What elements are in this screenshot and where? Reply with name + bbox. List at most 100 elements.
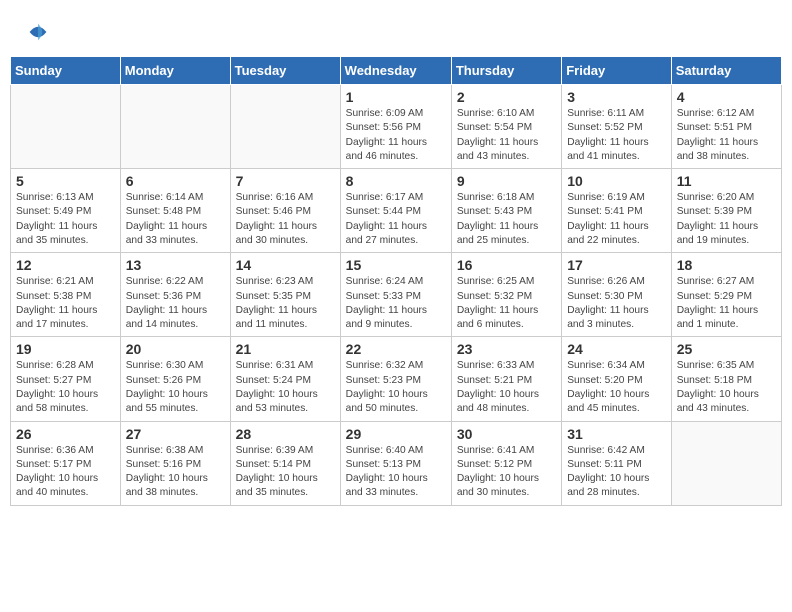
day-number: 30 — [457, 426, 556, 442]
week-row: 12 Sunrise: 6:21 AM Sunset: 5:38 PM Dayli… — [11, 253, 782, 337]
calendar-cell: 26Sunrise: 6:36 AM Sunset: 5:17 PM Dayli… — [11, 421, 121, 505]
day-number: 10 — [567, 173, 665, 189]
day-info: Sunrise: 6:30 AM Sunset: 5:26 PM Dayligh… — [126, 359, 225, 416]
day-number: 7 — [236, 173, 335, 189]
day-info: Sunrise: 6:36 AM Sunset: 5:17 PM Dayligh… — [16, 444, 115, 501]
weekday-header: Saturday — [671, 57, 781, 85]
calendar-cell: 11 Sunrise: 6:20 AM Sunset: 5:39 PM Dayli… — [671, 169, 781, 253]
day-number: 21 — [236, 341, 335, 357]
calendar-cell: 7 Sunrise: 6:16 AM Sunset: 5:46 PM Daylig… — [230, 169, 340, 253]
day-info: Sunrise: 6:20 AM Sunset: 5:39 PM Dayligh… — [677, 191, 776, 248]
day-info: Sunrise: 6:35 AM Sunset: 5:18 PM Dayligh… — [677, 359, 776, 416]
day-number: 29 — [346, 426, 446, 442]
day-info: Sunrise: 6:16 AM Sunset: 5:46 PM Dayligh… — [236, 191, 335, 248]
day-info: Sunrise: 6:31 AM Sunset: 5:24 PM Dayligh… — [236, 359, 335, 416]
weekday-header: Tuesday — [230, 57, 340, 85]
calendar-cell: 3 Sunrise: 6:11 AM Sunset: 5:52 PM Daylig… — [562, 85, 671, 169]
day-number: 13 — [126, 257, 225, 273]
day-number: 16 — [457, 257, 556, 273]
calendar-cell: 20Sunrise: 6:30 AM Sunset: 5:26 PM Dayli… — [120, 337, 230, 421]
calendar-cell: 22 Sunrise: 6:32 AM Sunset: 5:23 PM Dayli… — [340, 337, 451, 421]
calendar-cell: 12 Sunrise: 6:21 AM Sunset: 5:38 PM Dayli… — [11, 253, 121, 337]
calendar-cell: 9 Sunrise: 6:18 AM Sunset: 5:43 PM Daylig… — [451, 169, 561, 253]
calendar-cell: 27 Sunrise: 6:38 AM Sunset: 5:16 PM Dayli… — [120, 421, 230, 505]
day-info: Sunrise: 6:41 AM Sunset: 5:12 PM Dayligh… — [457, 444, 556, 501]
day-number: 9 — [457, 173, 556, 189]
day-number: 28 — [236, 426, 335, 442]
day-number: 6 — [126, 173, 225, 189]
weekday-header: Monday — [120, 57, 230, 85]
day-info: Sunrise: 6:14 AM Sunset: 5:48 PM Dayligh… — [126, 191, 225, 248]
day-number: 25 — [677, 341, 776, 357]
day-info: Sunrise: 6:10 AM Sunset: 5:54 PM Dayligh… — [457, 107, 556, 164]
day-info: Sunrise: 6:28 AM Sunset: 5:27 PM Dayligh… — [16, 359, 115, 416]
calendar-cell — [120, 85, 230, 169]
day-number: 3 — [567, 89, 665, 105]
day-info: Sunrise: 6:18 AM Sunset: 5:43 PM Dayligh… — [457, 191, 556, 248]
weekday-header: Thursday — [451, 57, 561, 85]
day-info: Sunrise: 6:13 AM Sunset: 5:49 PM Dayligh… — [16, 191, 115, 248]
calendar-cell: 31 Sunrise: 6:42 AM Sunset: 5:11 PM Dayli… — [562, 421, 671, 505]
day-info: Sunrise: 6:38 AM Sunset: 5:16 PM Dayligh… — [126, 444, 225, 501]
day-number: 11 — [677, 173, 776, 189]
calendar-cell — [671, 421, 781, 505]
calendar-cell: 30 Sunrise: 6:41 AM Sunset: 5:12 PM Dayli… — [451, 421, 561, 505]
week-row: 26Sunrise: 6:36 AM Sunset: 5:17 PM Dayli… — [11, 421, 782, 505]
day-number: 23 — [457, 341, 556, 357]
day-info: Sunrise: 6:21 AM Sunset: 5:38 PM Dayligh… — [16, 275, 115, 332]
calendar-cell — [230, 85, 340, 169]
calendar-cell: 8Sunrise: 6:17 AM Sunset: 5:44 PM Daylig… — [340, 169, 451, 253]
day-info: Sunrise: 6:42 AM Sunset: 5:11 PM Dayligh… — [567, 444, 665, 501]
day-number: 5 — [16, 173, 115, 189]
day-info: Sunrise: 6:11 AM Sunset: 5:52 PM Dayligh… — [567, 107, 665, 164]
weekday-header: Friday — [562, 57, 671, 85]
day-info: Sunrise: 6:32 AM Sunset: 5:23 PM Dayligh… — [346, 359, 446, 416]
calendar-cell: 29 Sunrise: 6:40 AM Sunset: 5:13 PM Dayli… — [340, 421, 451, 505]
day-info: Sunrise: 6:23 AM Sunset: 5:35 PM Dayligh… — [236, 275, 335, 332]
calendar-cell: 1Sunrise: 6:09 AM Sunset: 5:56 PM Daylig… — [340, 85, 451, 169]
weekday-header: Wednesday — [340, 57, 451, 85]
calendar-cell: 25 Sunrise: 6:35 AM Sunset: 5:18 PM Dayli… — [671, 337, 781, 421]
day-info: Sunrise: 6:25 AM Sunset: 5:32 PM Dayligh… — [457, 275, 556, 332]
day-info: Sunrise: 6:09 AM Sunset: 5:56 PM Dayligh… — [346, 107, 446, 164]
day-info: Sunrise: 6:22 AM Sunset: 5:36 PM Dayligh… — [126, 275, 225, 332]
logo-icon — [24, 18, 52, 46]
day-number: 22 — [346, 341, 446, 357]
week-row: 5 Sunrise: 6:13 AM Sunset: 5:49 PM Daylig… — [11, 169, 782, 253]
weekday-header: Sunday — [11, 57, 121, 85]
calendar-cell: 23Sunrise: 6:33 AM Sunset: 5:21 PM Dayli… — [451, 337, 561, 421]
day-number: 2 — [457, 89, 556, 105]
weekday-header-row: SundayMondayTuesdayWednesdayThursdayFrid… — [11, 57, 782, 85]
calendar-cell: 15 Sunrise: 6:24 AM Sunset: 5:33 PM Dayli… — [340, 253, 451, 337]
calendar-cell: 24 Sunrise: 6:34 AM Sunset: 5:20 PM Dayli… — [562, 337, 671, 421]
day-info: Sunrise: 6:19 AM Sunset: 5:41 PM Dayligh… — [567, 191, 665, 248]
calendar-cell: 5 Sunrise: 6:13 AM Sunset: 5:49 PM Daylig… — [11, 169, 121, 253]
calendar-cell: 17Sunrise: 6:26 AM Sunset: 5:30 PM Dayli… — [562, 253, 671, 337]
day-number: 12 — [16, 257, 115, 273]
week-row: 1Sunrise: 6:09 AM Sunset: 5:56 PM Daylig… — [11, 85, 782, 169]
day-info: Sunrise: 6:34 AM Sunset: 5:20 PM Dayligh… — [567, 359, 665, 416]
page-header — [0, 0, 792, 56]
calendar-cell: 13 Sunrise: 6:22 AM Sunset: 5:36 PM Dayli… — [120, 253, 230, 337]
day-info: Sunrise: 6:12 AM Sunset: 5:51 PM Dayligh… — [677, 107, 776, 164]
day-number: 4 — [677, 89, 776, 105]
day-number: 31 — [567, 426, 665, 442]
calendar-cell — [11, 85, 121, 169]
day-number: 27 — [126, 426, 225, 442]
calendar-cell: 19Sunrise: 6:28 AM Sunset: 5:27 PM Dayli… — [11, 337, 121, 421]
day-number: 15 — [346, 257, 446, 273]
calendar-cell: 18Sunrise: 6:27 AM Sunset: 5:29 PM Dayli… — [671, 253, 781, 337]
week-row: 19Sunrise: 6:28 AM Sunset: 5:27 PM Dayli… — [11, 337, 782, 421]
day-number: 14 — [236, 257, 335, 273]
day-info: Sunrise: 6:26 AM Sunset: 5:30 PM Dayligh… — [567, 275, 665, 332]
day-info: Sunrise: 6:24 AM Sunset: 5:33 PM Dayligh… — [346, 275, 446, 332]
day-info: Sunrise: 6:39 AM Sunset: 5:14 PM Dayligh… — [236, 444, 335, 501]
calendar-cell: 14 Sunrise: 6:23 AM Sunset: 5:35 PM Dayli… — [230, 253, 340, 337]
calendar-cell: 2 Sunrise: 6:10 AM Sunset: 5:54 PM Daylig… — [451, 85, 561, 169]
day-info: Sunrise: 6:17 AM Sunset: 5:44 PM Dayligh… — [346, 191, 446, 248]
day-number: 24 — [567, 341, 665, 357]
day-number: 18 — [677, 257, 776, 273]
calendar-cell: 10 Sunrise: 6:19 AM Sunset: 5:41 PM Dayli… — [562, 169, 671, 253]
day-info: Sunrise: 6:40 AM Sunset: 5:13 PM Dayligh… — [346, 444, 446, 501]
calendar-cell: 4 Sunrise: 6:12 AM Sunset: 5:51 PM Daylig… — [671, 85, 781, 169]
